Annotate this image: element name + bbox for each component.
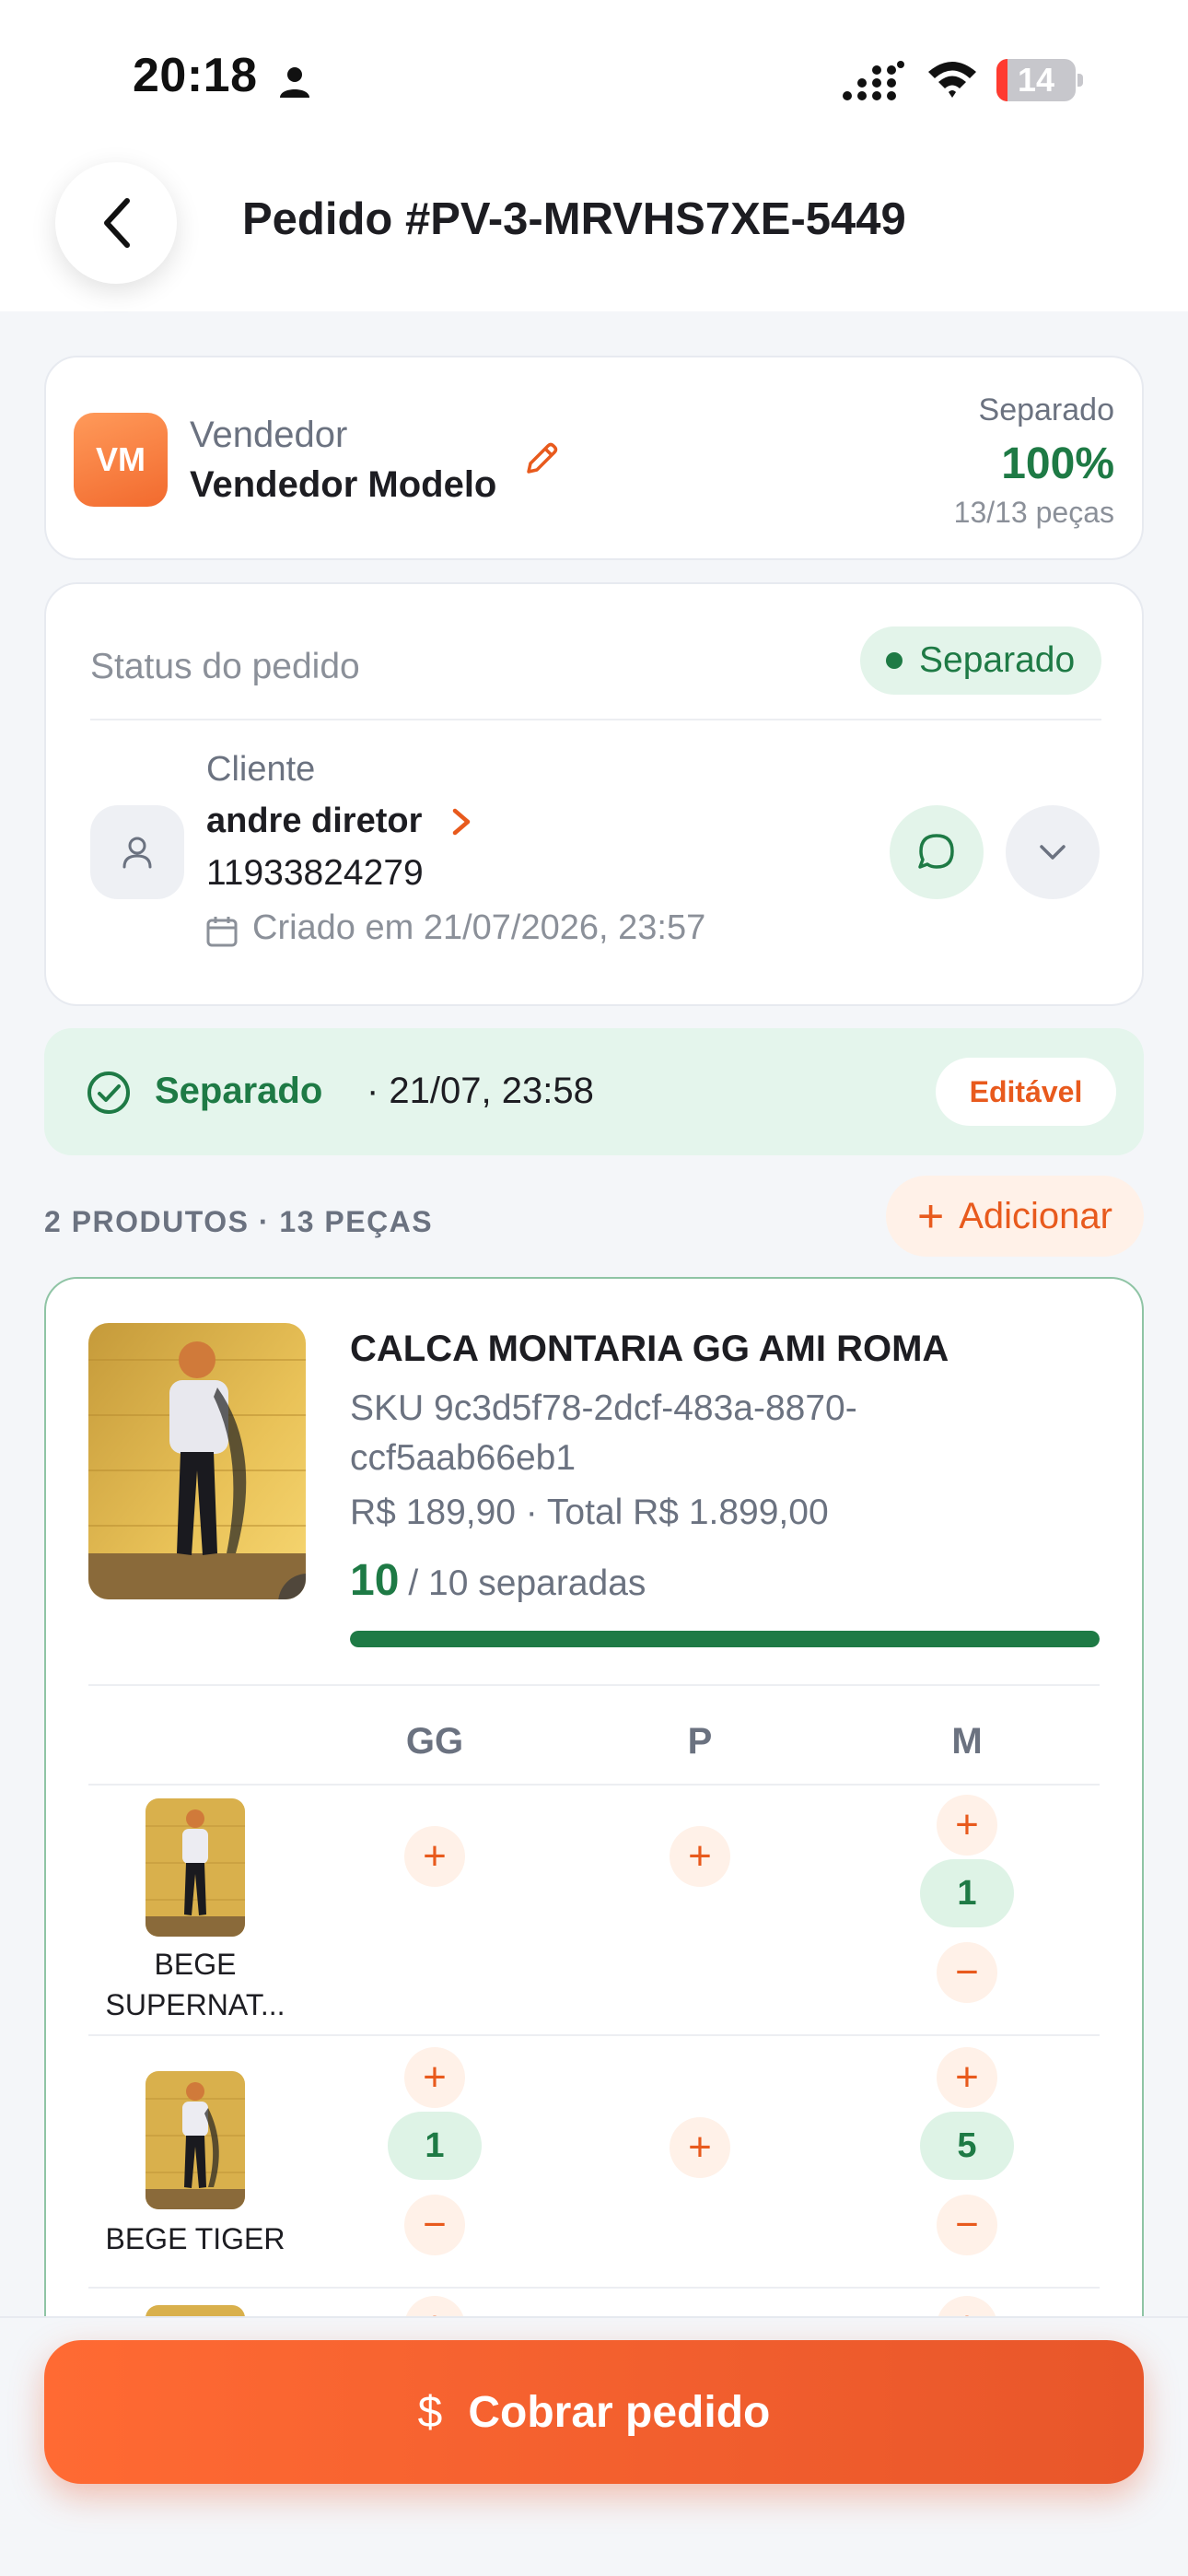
expand-button[interactable]: [1006, 805, 1100, 899]
pencil-icon[interactable]: [521, 439, 562, 479]
editable-badge[interactable]: Editável: [936, 1058, 1116, 1126]
decrement-button[interactable]: −: [937, 2195, 997, 2255]
check-circle-icon: [87, 1071, 130, 1114]
decrement-button[interactable]: −: [937, 1942, 997, 2003]
person-icon: [280, 67, 309, 98]
variant-name: BEGE SUPERNAT...: [105, 1948, 285, 2021]
client-label: Cliente: [206, 750, 316, 789]
increment-button[interactable]: +: [404, 2047, 465, 2108]
add-product-label: Adicionar: [959, 1195, 1112, 1236]
increment-button[interactable]: +: [937, 2047, 997, 2108]
chevron-left-icon: [104, 198, 130, 248]
order-status-card: Status do pedido Separado Cliente andre …: [44, 582, 1144, 1006]
variant-image[interactable]: [146, 1798, 245, 1937]
separated-of: / 10 separadas: [408, 1563, 646, 1603]
divider: [88, 1684, 1100, 1686]
calendar-icon: [206, 917, 238, 947]
plus-icon: +: [917, 1190, 945, 1242]
divider: [90, 719, 1101, 720]
chevron-down-icon: [1040, 845, 1066, 860]
created-date: Criado em 21/07/2026, 23:57: [252, 908, 706, 947]
variant-name: BEGE TIGER: [105, 2222, 285, 2255]
client-phone: 11933824279: [206, 853, 424, 893]
add-product-button[interactable]: + Adicionar: [886, 1176, 1144, 1257]
whatsapp-button[interactable]: [890, 805, 984, 899]
separated-value: 10: [350, 1556, 400, 1605]
separation-percent: 100%: [1001, 439, 1114, 488]
divider: [88, 2287, 1100, 2289]
status-label: Status do pedido: [90, 647, 360, 686]
quantity-count: 1: [388, 2112, 482, 2180]
divider: [88, 1784, 1100, 1786]
progress-fill: [350, 1631, 1100, 1647]
product-sku: SKU 9c3d5f78-2dcf-483a-8870-ccf5aab66eb1: [350, 1388, 857, 1478]
size-header-gg: GG: [405, 1721, 464, 1762]
chevron-right-icon[interactable]: [446, 803, 477, 840]
product-price: R$ 189,90 · Total R$ 1.899,00: [350, 1493, 829, 1532]
increment-button[interactable]: +: [404, 1826, 465, 1887]
quantity-count: 1: [920, 1859, 1014, 1927]
increment-button[interactable]: +: [937, 1795, 997, 1856]
size-header-p: P: [687, 1721, 713, 1762]
user-icon: [122, 837, 152, 869]
seller-label: Vendedor: [190, 415, 348, 455]
increment-button[interactable]: +: [670, 1826, 730, 1887]
charge-order-button[interactable]: $ Cobrar pedido: [44, 2340, 1144, 2484]
banner-time: · 21/07, 23:58: [367, 1071, 594, 1111]
separation-banner: Separado · 21/07, 23:58 Editável: [44, 1028, 1144, 1155]
charge-order-label: Cobrar pedido: [468, 2387, 771, 2437]
status-badge-label: Separado: [919, 640, 1076, 680]
variant-image[interactable]: [146, 2071, 245, 2209]
increment-button[interactable]: +: [670, 2117, 730, 2178]
chat-bubble-icon: [918, 834, 954, 869]
battery-icon: 14: [996, 59, 1083, 101]
seller-name: Vendedor Modelo: [190, 464, 497, 505]
wifi-icon: [928, 62, 976, 98]
cellular-signal-icon: [843, 61, 904, 100]
back-button[interactable]: [55, 162, 177, 284]
page-title: Pedido #PV-3-MRVHS7XE-5449: [242, 194, 906, 244]
separation-progress: [350, 1631, 1100, 1647]
products-summary: 2 PRODUTOS · 13 PEÇAS: [44, 1205, 434, 1238]
battery-level: 14: [1017, 61, 1055, 99]
divider: [88, 2034, 1100, 2036]
separation-count: 13/13 peças: [953, 496, 1114, 529]
separated-count: 10/ 10 separadas: [350, 1555, 646, 1606]
status-time: 20:18: [133, 49, 258, 102]
decrement-button[interactable]: −: [404, 2195, 465, 2255]
client-name[interactable]: andre diretor: [206, 802, 422, 841]
header-area: 20:18 14 Pedido #PV-3-MRVHS7XE-5449: [0, 0, 1188, 311]
size-header-m: M: [951, 1721, 983, 1762]
client-avatar: [90, 805, 184, 899]
banner-label: Separado: [155, 1071, 323, 1111]
seller-avatar: VM: [74, 413, 168, 507]
product-image[interactable]: [88, 1323, 306, 1599]
dollar-icon: $: [417, 2387, 443, 2437]
quantity-count: 5: [920, 2112, 1014, 2180]
separation-label: Separado: [978, 392, 1114, 427]
status-dot: [886, 652, 903, 669]
status-badge[interactable]: Separado: [860, 626, 1101, 695]
seller-card: VM Vendedor Vendedor Modelo Separado 100…: [44, 356, 1144, 560]
product-name: CALCA MONTARIA GG AMI ROMA: [350, 1329, 949, 1369]
